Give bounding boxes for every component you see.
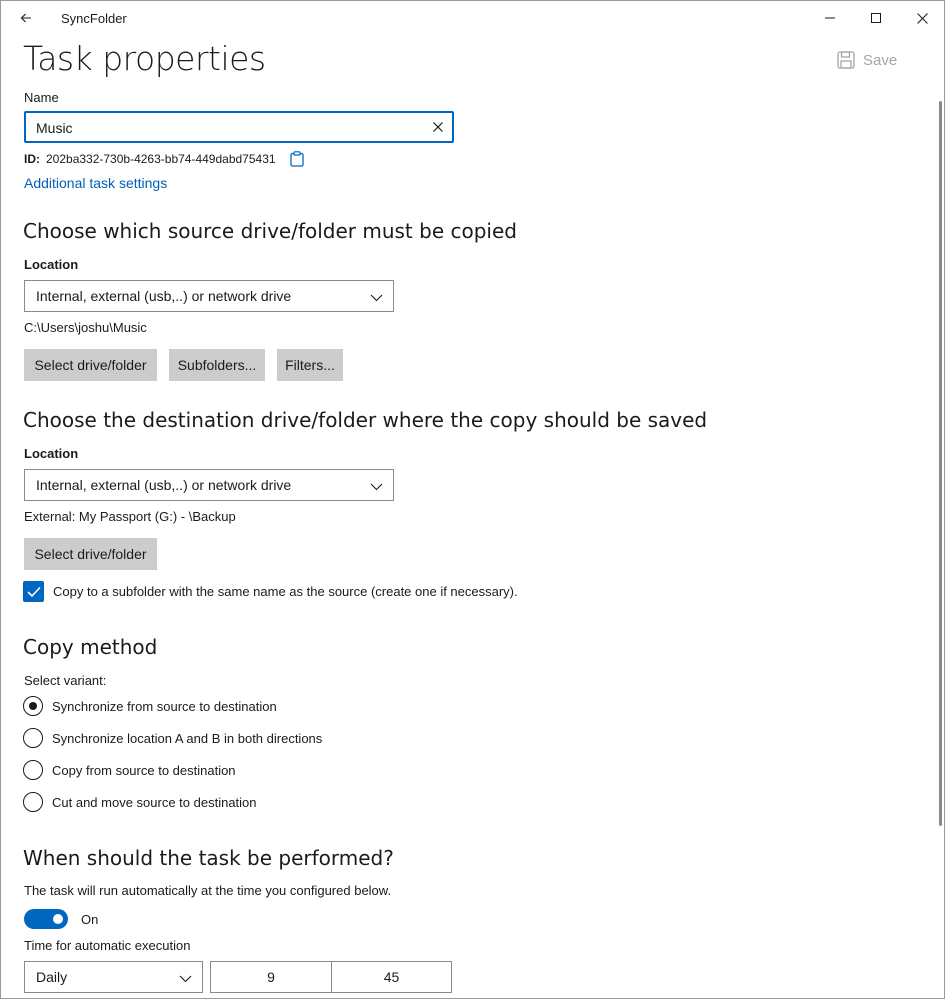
- radio-label: Cut and move source to destination: [52, 794, 257, 810]
- name-label: Name: [24, 90, 59, 105]
- select-variant-label: Select variant:: [24, 673, 107, 688]
- copy-id-button[interactable]: [289, 151, 304, 167]
- subfolders-button[interactable]: Subfolders...: [169, 349, 265, 381]
- radio-label: Copy from source to destination: [52, 762, 236, 778]
- time-label: Time for automatic execution: [24, 938, 191, 953]
- save-label: Save: [863, 51, 898, 69]
- destination-path: External: My Passport (G:) - \Backup: [24, 509, 236, 524]
- filters-button[interactable]: Filters...: [277, 349, 343, 381]
- minute-input[interactable]: 45: [331, 961, 452, 993]
- radio-button[interactable]: [23, 696, 43, 716]
- source-location-label: Location: [24, 257, 79, 272]
- schedule-toggle[interactable]: [24, 909, 68, 929]
- source-location-value: Internal, external (usb,..) or network d…: [36, 288, 292, 304]
- name-input[interactable]: [36, 118, 416, 138]
- source-select-folder-button[interactable]: Select drive/folder: [24, 349, 157, 381]
- toggle-knob: [53, 914, 63, 924]
- destination-heading: Choose the destination drive/folder wher…: [23, 408, 708, 432]
- subfolder-checkbox-label: Copy to a subfolder with the same name a…: [53, 584, 518, 599]
- frequency-value: Daily: [36, 969, 68, 985]
- radio-label: Synchronize from source to destination: [52, 698, 277, 714]
- toggle-label: On: [81, 911, 99, 927]
- schedule-heading: When should the task be performed?: [23, 846, 394, 870]
- app-title: SyncFolder: [61, 11, 127, 26]
- copy-method-heading: Copy method: [23, 635, 158, 659]
- radio-label: Synchronize location A and B in both dir…: [52, 730, 323, 746]
- radio-selected-dot: [29, 702, 37, 710]
- chevron-down-icon: [179, 971, 192, 987]
- id-label: ID:: [24, 152, 40, 166]
- subfolder-checkbox-row[interactable]: Copy to a subfolder with the same name a…: [23, 581, 518, 602]
- radio-button[interactable]: [23, 792, 43, 812]
- task-id-row: ID: 202ba332-730b-4263-bb74-449dabd75431: [24, 151, 304, 167]
- close-button[interactable]: [899, 1, 944, 35]
- minimize-button[interactable]: [807, 1, 853, 35]
- destination-location-select[interactable]: Internal, external (usb,..) or network d…: [24, 469, 394, 501]
- title-bar: SyncFolder: [1, 1, 944, 35]
- destination-select-folder-button[interactable]: Select drive/folder: [24, 538, 157, 570]
- page-title: Task properties: [23, 39, 266, 78]
- maximize-icon: [871, 13, 881, 23]
- destination-location-value: Internal, external (usb,..) or network d…: [36, 477, 292, 493]
- schedule-description: The task will run automatically at the t…: [24, 883, 392, 898]
- id-value: 202ba332-730b-4263-bb74-449dabd75431: [46, 152, 276, 166]
- radio-sync-both-ways[interactable]: Synchronize location A and B in both dir…: [23, 728, 322, 748]
- radio-button[interactable]: [23, 728, 43, 748]
- chevron-down-icon: [370, 290, 383, 306]
- back-arrow-icon: [20, 13, 31, 23]
- checkmark-icon: [26, 586, 41, 597]
- radio-sync-one-way[interactable]: Synchronize from source to destination: [23, 696, 277, 716]
- vertical-scrollbar[interactable]: [939, 101, 942, 826]
- clear-icon: [433, 122, 443, 132]
- source-heading: Choose which source drive/folder must be…: [23, 219, 517, 243]
- minimize-icon: [825, 17, 835, 19]
- save-button[interactable]: Save: [837, 49, 897, 71]
- radio-cut-move[interactable]: Cut and move source to destination: [23, 792, 257, 812]
- save-icon: [837, 51, 855, 69]
- schedule-toggle-row[interactable]: On: [24, 909, 98, 929]
- frequency-select[interactable]: Daily: [24, 961, 203, 993]
- maximize-button[interactable]: [853, 1, 899, 35]
- back-button[interactable]: [15, 7, 37, 29]
- source-location-select[interactable]: Internal, external (usb,..) or network d…: [24, 280, 394, 312]
- app-window: SyncFolder Task properties Save Name ID:…: [0, 0, 945, 999]
- additional-task-settings-link[interactable]: Additional task settings: [24, 175, 167, 191]
- chevron-down-icon: [370, 479, 383, 495]
- radio-copy[interactable]: Copy from source to destination: [23, 760, 236, 780]
- radio-button[interactable]: [23, 760, 43, 780]
- clear-name-button[interactable]: [430, 119, 446, 135]
- clipboard-icon: [289, 151, 304, 167]
- subfolder-checkbox[interactable]: [23, 581, 44, 602]
- close-icon: [916, 12, 928, 24]
- destination-location-label: Location: [24, 446, 79, 461]
- hour-input[interactable]: 9: [210, 961, 332, 993]
- source-path: C:\Users\joshu\Music: [24, 320, 147, 335]
- name-field[interactable]: [24, 111, 454, 143]
